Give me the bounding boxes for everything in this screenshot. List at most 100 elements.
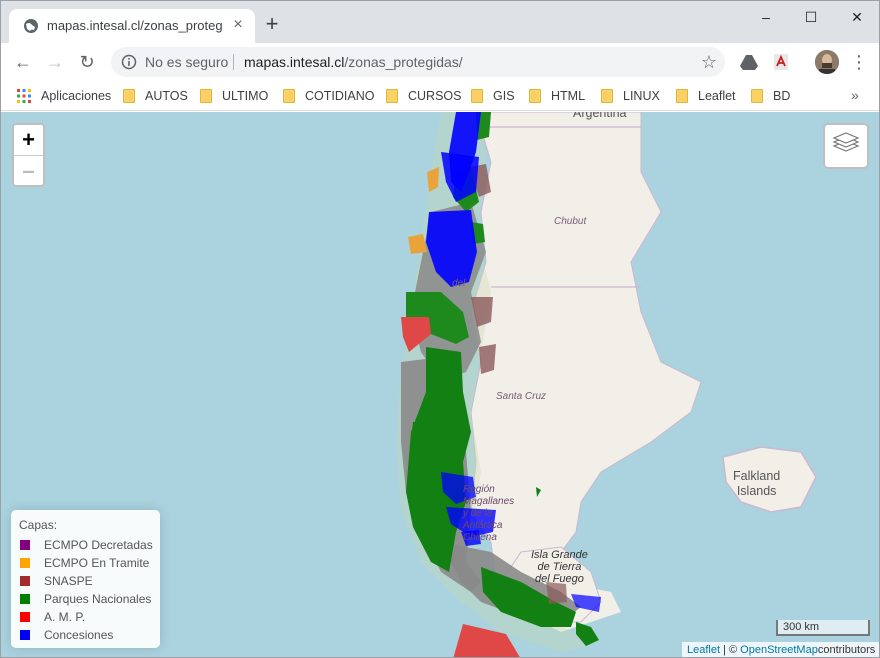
- folder-icon: [123, 88, 135, 103]
- zoom-control: + –: [12, 123, 45, 187]
- browser-window: mapas.intesal.cl/zonas_protegidas/ × + –…: [0, 0, 880, 658]
- forward-arrow-icon[interactable]: →: [43, 50, 67, 74]
- layer-legend: Capas: ECMPO Decretadas ECMPO En Tramite…: [11, 510, 160, 648]
- label-aysen: del: [452, 278, 466, 289]
- attribution-sep: | ©: [720, 644, 741, 656]
- folder-icon: [386, 88, 398, 103]
- label-mag-line3: y de la: [463, 508, 493, 519]
- legend-item: Parques Nacionales: [19, 590, 152, 608]
- bookmark-label: CURSOS: [408, 89, 462, 103]
- legend-label: A. M. P.: [44, 610, 86, 624]
- bookmark-folder[interactable]: BD: [751, 87, 790, 105]
- map-attribution: Leaflet | © OpenStreetMapcontributors: [682, 642, 879, 657]
- bookmark-label: Leaflet: [698, 89, 736, 103]
- omnibox-divider: [233, 54, 234, 70]
- url-path: /zonas_protegidas/: [344, 54, 463, 70]
- url-host: mapas.intesal.cl: [244, 54, 345, 70]
- folder-icon: [283, 88, 295, 103]
- reload-icon[interactable]: ↻: [75, 50, 99, 74]
- folder-icon: [676, 88, 688, 103]
- bookmark-folder[interactable]: HTML: [529, 87, 585, 105]
- leaflet-map[interactable]: Argentina Chubut Santa Cruz del Falkland…: [1, 112, 879, 657]
- legend-item: ECMPO Decretadas: [19, 536, 153, 554]
- label-magallanes: Región Magallanes y de la Antártica Chil…: [463, 484, 514, 544]
- folder-icon: [471, 88, 483, 103]
- label-tdf-line1: Isla Grande: [531, 549, 588, 561]
- drive-extension-icon[interactable]: [739, 52, 759, 72]
- leaflet-link[interactable]: Leaflet: [687, 644, 720, 656]
- folder-icon: [751, 88, 763, 103]
- legend-item: Concesiones: [19, 626, 152, 644]
- label-falkland-line1: Falkland: [733, 469, 781, 483]
- legend-label: ECMPO En Tramite: [44, 556, 150, 570]
- tab-strip: mapas.intesal.cl/zonas_protegidas/ × + –…: [1, 1, 879, 43]
- label-mag-line2: Magallanes: [463, 496, 515, 507]
- label-falkland: Falkland Islands: [733, 469, 780, 499]
- bookmark-folder[interactable]: LINUX: [601, 87, 660, 105]
- pdf-extension-icon[interactable]: [771, 52, 791, 72]
- legend-item: A. M. P.: [19, 608, 152, 626]
- zoom-out-button[interactable]: –: [14, 155, 43, 185]
- info-icon[interactable]: [121, 54, 137, 70]
- layers-icon: [832, 132, 860, 152]
- legend-label: ECMPO Decretadas: [44, 538, 153, 552]
- folder-icon: [529, 88, 541, 103]
- label-mag-line1: Región: [463, 484, 495, 495]
- bookmark-label: Aplicaciones: [41, 89, 112, 103]
- profile-avatar[interactable]: [815, 50, 839, 74]
- bookmark-label: HTML: [551, 89, 586, 103]
- back-arrow-icon[interactable]: ←: [11, 50, 35, 74]
- globe-icon: [24, 19, 38, 33]
- label-falkland-line2: Islands: [736, 484, 777, 498]
- bookmark-folder[interactable]: GIS: [471, 87, 515, 105]
- minimize-button[interactable]: –: [744, 5, 788, 29]
- legend-swatch: [20, 611, 30, 622]
- scale-bar: 300 km: [776, 620, 870, 636]
- bookmark-label: COTIDIANO: [305, 89, 375, 103]
- avatar-face-icon: [815, 50, 839, 74]
- legend-label: SNASPE: [44, 574, 93, 588]
- bookmark-folder[interactable]: AUTOS: [123, 87, 188, 105]
- legend-swatch: [20, 539, 30, 550]
- active-tab[interactable]: mapas.intesal.cl/zonas_protegidas/ ×: [9, 9, 255, 43]
- legend-item: ECMPO En Tramite: [19, 554, 152, 572]
- legend-swatch: [20, 557, 30, 568]
- apps-grid-icon: [17, 88, 31, 103]
- legend-item: SNASPE: [19, 572, 152, 590]
- maximize-button[interactable]: ☐: [789, 5, 833, 29]
- layers-control-button[interactable]: [823, 123, 869, 169]
- tab-close-icon[interactable]: ×: [229, 16, 247, 34]
- bookmark-folder[interactable]: Leaflet: [676, 87, 736, 105]
- zoom-in-button[interactable]: +: [14, 125, 43, 155]
- legend-swatch: [20, 629, 30, 640]
- address-bar[interactable]: No es seguro mapas.intesal.cl/zonas_prot…: [111, 47, 725, 77]
- bookmark-star-icon[interactable]: ☆: [699, 52, 719, 72]
- bookmark-label: AUTOS: [145, 89, 188, 103]
- bookmark-label: BD: [773, 89, 791, 103]
- bookmark-folder[interactable]: CURSOS: [386, 87, 461, 105]
- label-tdf-line3: del Fuego: [534, 573, 584, 585]
- osm-link[interactable]: OpenStreetMap: [740, 644, 818, 656]
- bookmark-folder[interactable]: COTIDIANO: [283, 87, 374, 105]
- bookmark-apps[interactable]: Aplicaciones: [17, 87, 111, 105]
- bookmarks-bar: Aplicaciones AUTOS ULTIMO COTIDIANO CURS…: [1, 81, 879, 111]
- label-mag-line4: Antártica: [463, 520, 503, 531]
- label-tierra-del-fuego: Isla Grande de Tierra del Fuego: [531, 549, 588, 585]
- new-tab-button[interactable]: +: [261, 13, 283, 35]
- legend-label: Parques Nacionales: [44, 592, 152, 606]
- url-text[interactable]: mapas.intesal.cl/zonas_protegidas/: [244, 54, 463, 70]
- legend-swatch: [20, 575, 30, 586]
- bookmark-label: GIS: [493, 89, 515, 103]
- bookmark-label: LINUX: [623, 89, 660, 103]
- bookmark-folder[interactable]: ULTIMO: [200, 87, 268, 105]
- label-argentina: Argentina: [573, 112, 627, 120]
- security-label[interactable]: No es seguro: [145, 54, 228, 70]
- tab-title: mapas.intesal.cl/zonas_protegidas/: [47, 18, 223, 33]
- menu-kebab-icon[interactable]: ⋮: [849, 52, 869, 72]
- close-window-button[interactable]: ✕: [835, 5, 879, 29]
- browser-toolbar: ← → ↻ No es seguro mapas.intesal.cl/zona…: [1, 43, 879, 81]
- folder-icon: [601, 88, 613, 103]
- bookmarks-overflow-icon[interactable]: »: [851, 87, 859, 103]
- legend-swatch: [20, 593, 30, 604]
- bookmark-label: ULTIMO: [222, 89, 269, 103]
